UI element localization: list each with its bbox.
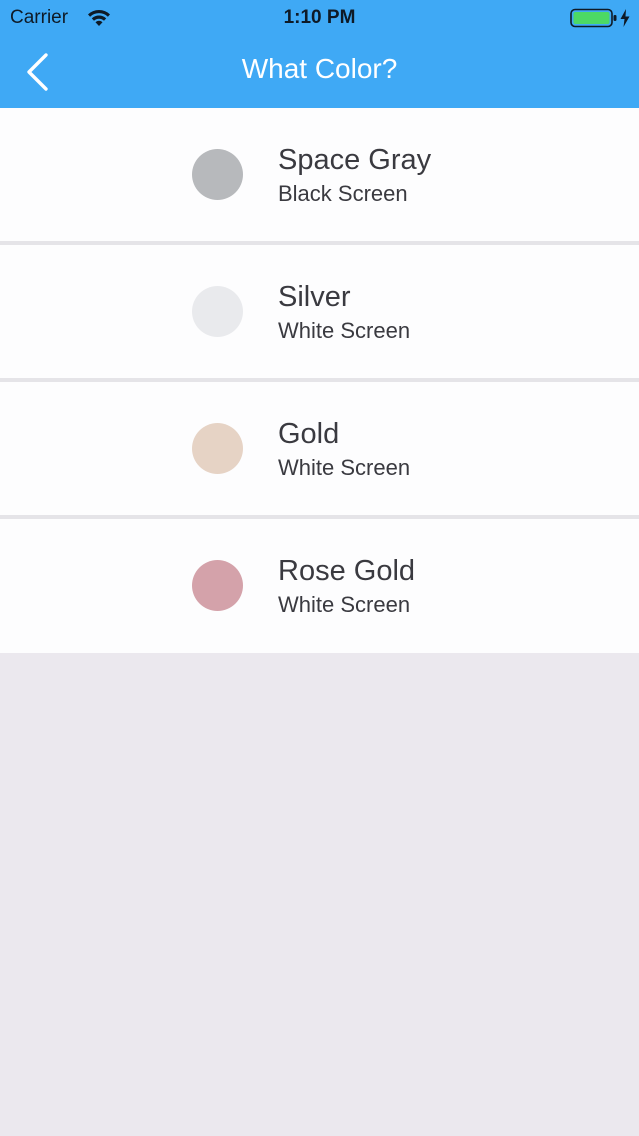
color-option-gold[interactable]: Gold White Screen — [0, 382, 639, 519]
status-time: 1:10 PM — [283, 7, 356, 28]
page-title: What Color? — [241, 53, 398, 84]
color-swatch — [192, 423, 243, 474]
color-name: Space Gray — [278, 144, 432, 176]
color-subtitle: Black Screen — [278, 181, 408, 206]
color-option-silver[interactable]: Silver White Screen — [0, 245, 639, 382]
color-swatch — [192, 286, 243, 337]
charging-bolt-icon — [620, 9, 630, 27]
color-swatch — [192, 560, 243, 611]
color-name: Silver — [278, 281, 351, 313]
battery-icon — [570, 8, 617, 28]
color-name: Gold — [278, 418, 340, 450]
color-name: Rose Gold — [278, 555, 416, 587]
color-subtitle: White Screen — [278, 592, 411, 617]
color-list: Space Gray Black Screen Silver White Scr… — [0, 108, 639, 653]
color-subtitle: White Screen — [278, 455, 411, 480]
navigation-header: Carrier 1:10 PM What Color? — [0, 0, 639, 108]
color-subtitle: White Screen — [278, 318, 411, 343]
color-swatch — [192, 149, 243, 200]
status-bar: Carrier 1:10 PM — [0, 0, 639, 36]
color-option-rose-gold[interactable]: Rose Gold White Screen — [0, 519, 639, 653]
color-option-space-gray[interactable]: Space Gray Black Screen — [0, 108, 639, 245]
